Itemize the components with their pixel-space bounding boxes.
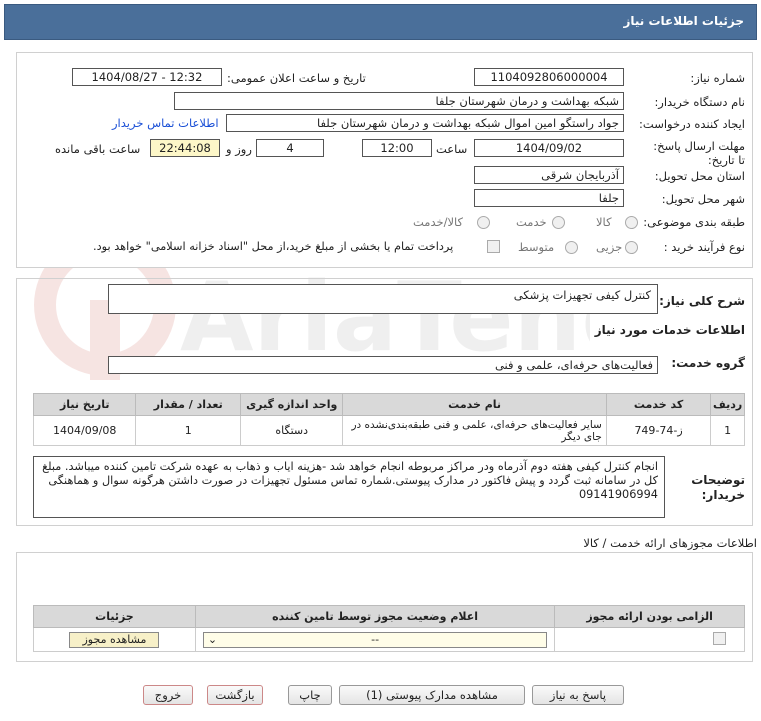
radio-service[interactable] bbox=[552, 216, 565, 229]
print-button[interactable]: چاپ bbox=[288, 685, 332, 705]
cell-name: سایر فعالیت‌های حرفه‌ای، علمی و فنی طبقه… bbox=[342, 415, 607, 446]
permit-status-select[interactable]: -- ⌄ bbox=[202, 631, 548, 648]
process-label: نوع فرآیند خرید : bbox=[663, 240, 745, 254]
col-qty-header: تعداد / مقدار bbox=[135, 393, 241, 416]
reply-button[interactable]: پاسخ به نیاز bbox=[532, 685, 624, 705]
permit-status-header: اعلام وضعیت مجوز توسط تامین کننده bbox=[194, 605, 556, 628]
general-desc-field: کنترل کیفی تجهیزات پزشکی bbox=[108, 284, 658, 314]
service-group-label: گروه خدمت: bbox=[671, 356, 745, 370]
permit-status-cell: -- ⌄ bbox=[194, 627, 556, 652]
remaining-label: ساعت باقی مانده bbox=[55, 142, 141, 156]
permit-details-cell: مشاهده مجوز bbox=[33, 627, 196, 652]
permit-details-header: جزئیات bbox=[33, 605, 196, 628]
cell-code: ز-74-749 bbox=[605, 415, 712, 446]
cell-row: 1 bbox=[710, 415, 745, 446]
radio-service-label: خدمت bbox=[516, 215, 547, 229]
col-name-header: نام خدمت bbox=[342, 393, 607, 416]
city-field: جلفا bbox=[474, 189, 624, 207]
deadline-date-field: 1404/09/02 bbox=[474, 139, 624, 157]
creator-field: جواد راستگو امین اموال شبکه بهداشت و درم… bbox=[226, 114, 624, 132]
permit-required-checkbox bbox=[713, 631, 727, 645]
city-label: شهر محل تحویل: bbox=[661, 192, 745, 206]
services-table: ردیف کد خدمت نام خدمت واحد اندازه گیری ت… bbox=[32, 393, 745, 446]
view-permit-button[interactable]: مشاهده مجوز bbox=[69, 631, 160, 648]
deadline-time-field: 12:00 bbox=[362, 139, 432, 157]
radio-goods-service-label: کالا/خدمت bbox=[413, 215, 464, 229]
cell-qty: 1 bbox=[135, 415, 241, 446]
category-label: طبقه بندی موضوعی: bbox=[643, 215, 745, 229]
payment-note: پرداخت تمام یا بخشی از مبلغ خرید،از محل … bbox=[93, 240, 454, 253]
permit-required-header: الزامی بودن ارائه مجوز bbox=[554, 605, 745, 628]
deadline-time-label: ساعت bbox=[436, 142, 468, 156]
permit-status-value: -- bbox=[371, 632, 380, 646]
buyer-notes-field: انجام کنترل کیفی هفته دوم آذرماه ودر مرا… bbox=[33, 456, 665, 518]
province-field: آذربایجان شرقی bbox=[474, 166, 624, 184]
radio-goods-service[interactable] bbox=[477, 216, 490, 229]
radio-minor-label: جزیی bbox=[596, 240, 623, 254]
days-label: روز و bbox=[226, 142, 252, 156]
need-number-field: 1104092806000004 bbox=[474, 68, 624, 86]
col-code-header: کد خدمت bbox=[605, 393, 712, 416]
buyer-org-field: شبکه بهداشت و درمان شهرستان جلفا bbox=[174, 92, 624, 110]
table-row: 1 ز-74-749 سایر فعالیت‌های حرفه‌ای، علمی… bbox=[32, 415, 745, 446]
buyer-org-label: نام دستگاه خریدار: bbox=[654, 95, 745, 109]
general-desc-label: شرح کلی نیاز: bbox=[659, 294, 745, 308]
radio-goods[interactable] bbox=[625, 216, 638, 229]
col-date-header: تاریخ نیاز bbox=[32, 393, 137, 416]
cell-date: 1404/09/08 bbox=[32, 415, 137, 446]
radio-minor[interactable] bbox=[625, 241, 638, 254]
buyer-notes-label: توضیحات خریدار: bbox=[691, 473, 745, 502]
chevron-down-icon: ⌄ bbox=[207, 632, 218, 646]
days-field: 4 bbox=[256, 139, 324, 157]
cell-unit: دستگاه bbox=[239, 415, 344, 446]
col-row-header: ردیف bbox=[710, 393, 745, 416]
radio-medium[interactable] bbox=[565, 241, 578, 254]
service-group-field: فعالیت‌های حرفه‌ای، علمی و فنی bbox=[108, 356, 658, 374]
creator-label: ایجاد کننده درخواست: bbox=[639, 117, 745, 131]
page-title-bar: جزئیات اطلاعات نیاز bbox=[4, 4, 757, 40]
radio-goods-label: کالا bbox=[596, 215, 612, 229]
permit-required-cell bbox=[554, 627, 745, 652]
radio-medium-label: متوسط bbox=[518, 240, 555, 254]
remaining-time-field: 22:44:08 bbox=[150, 139, 220, 157]
permits-header: اطلاعات مجوزهای ارائه خدمت / کالا bbox=[583, 536, 757, 550]
permits-table: الزامی بودن ارائه مجوز اعلام وضعیت مجوز … bbox=[33, 605, 745, 652]
treasury-checkbox[interactable] bbox=[487, 240, 500, 253]
province-label: استان محل تحویل: bbox=[654, 169, 745, 183]
announce-label: تاریخ و ساعت اعلان عمومی: bbox=[227, 71, 366, 85]
col-unit-header: واحد اندازه گیری bbox=[239, 393, 344, 416]
back-button[interactable]: بازگشت bbox=[207, 685, 263, 705]
need-number-label: شماره نیاز: bbox=[690, 71, 745, 85]
buyer-contact-link[interactable]: اطلاعات تماس خریدار bbox=[112, 116, 219, 130]
announce-field: 1404/08/27 - 12:32 bbox=[72, 68, 222, 86]
services-header: اطلاعات خدمات مورد نیاز bbox=[594, 323, 745, 337]
view-docs-button[interactable]: مشاهده مدارک پیوستی (1) bbox=[339, 685, 525, 705]
deadline-label: مهلت ارسال پاسخ: تا تاریخ: bbox=[653, 139, 745, 167]
exit-button[interactable]: خروج bbox=[143, 685, 193, 705]
page-title: جزئیات اطلاعات نیاز bbox=[623, 14, 744, 28]
table-row: -- ⌄ مشاهده مجوز bbox=[33, 627, 745, 652]
